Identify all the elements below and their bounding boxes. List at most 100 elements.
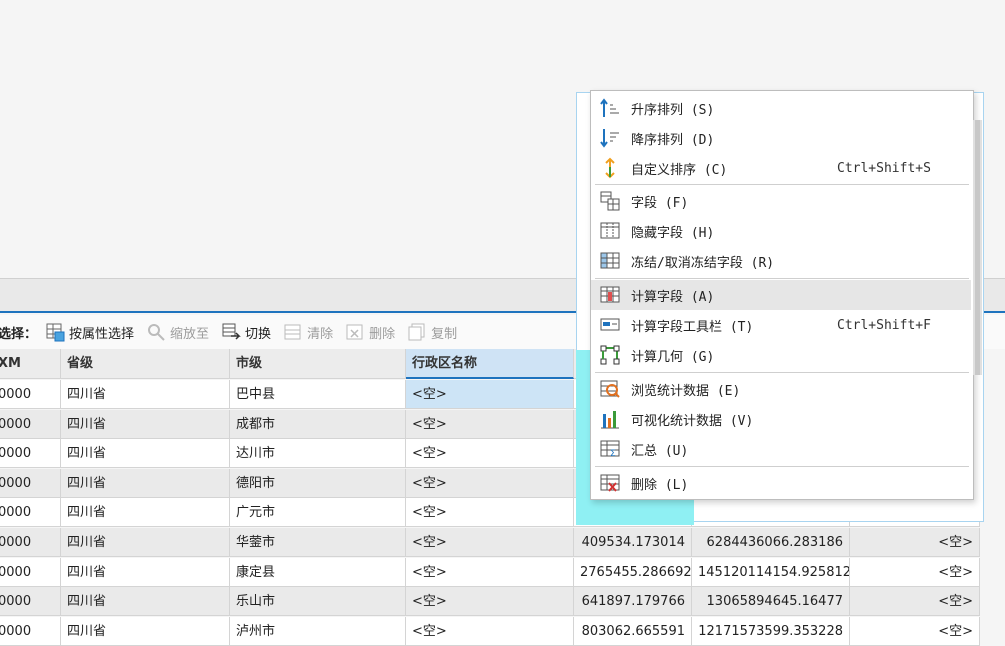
menu-item-visualize-statistics[interactable]: 可视化统计数据 (V) <box>591 404 971 434</box>
table-cell[interactable]: 2765455.286692 <box>574 557 692 587</box>
table-cell[interactable]: 广元市 <box>230 498 406 528</box>
copy-icon <box>407 322 427 342</box>
table-cell[interactable]: 6284436066.283186 <box>692 528 850 557</box>
table-cell[interactable]: 四川省 <box>61 587 230 617</box>
selection-label: 选择： <box>0 326 38 342</box>
table-cell[interactable]: 泸州市 <box>230 616 406 646</box>
table-cell[interactable]: <空> <box>850 557 980 587</box>
switch-selection-icon <box>221 322 241 342</box>
table-cell[interactable]: 12171573599.353228 <box>692 616 850 646</box>
menu-item-shortcut: Ctrl+Shift+F <box>837 317 931 333</box>
table-cell[interactable]: 四川省 <box>61 498 230 528</box>
table-cell[interactable]: <空> <box>406 616 574 646</box>
table-cell[interactable]: 四川省 <box>61 380 230 409</box>
visualize-statistics-icon <box>599 408 621 430</box>
table-cell[interactable]: 乐山市 <box>230 587 406 617</box>
browse-statistics-icon <box>599 378 621 400</box>
table-cell[interactable]: 成都市 <box>230 409 406 439</box>
table-cell[interactable]: <空> <box>406 557 574 587</box>
table-cell[interactable]: 409534.173014 <box>574 528 692 557</box>
menu-item-label: 字段 (F) <box>631 195 689 211</box>
copy-selection-button[interactable]: 复制 <box>407 322 457 342</box>
column-header-city[interactable]: 市级 <box>230 349 406 379</box>
menu-item-calculate-toolbar[interactable]: 计算字段工具栏 (T) Ctrl+Shift+F <box>591 310 971 340</box>
menu-item-label: 汇总 (U) <box>631 443 689 459</box>
table-row[interactable]: 0000 四川省 康定县 <空> 2765455.286692 145120114154.… <box>0 557 980 587</box>
menu-item-custom-sort[interactable]: 自定义排序 (C) Ctrl+Shift+S <box>591 153 971 183</box>
menu-item-calculate-field[interactable]: 计算字段 (A) <box>591 280 971 310</box>
table-cell[interactable]: <空> <box>406 498 574 528</box>
table-cell[interactable]: <空> <box>850 616 980 646</box>
clear-selection-icon <box>283 322 303 342</box>
table-cell[interactable]: <空> <box>406 439 574 469</box>
table-cell[interactable]: <空> <box>406 380 574 409</box>
table-cell[interactable]: <空> <box>850 587 980 617</box>
table-cell[interactable]: 0000 <box>0 468 61 498</box>
menu-item-label: 浏览统计数据 (E) <box>631 383 741 399</box>
table-cell[interactable]: 0000 <box>0 557 61 587</box>
column-header-province[interactable]: 省级 <box>61 349 230 379</box>
menu-item-summarize[interactable]: Σ 汇总 (U) <box>591 434 971 464</box>
menu-item-sort-ascending[interactable]: 升序排列 (S) <box>591 93 971 123</box>
table-cell[interactable]: 0000 <box>0 616 61 646</box>
menu-item-shortcut: Ctrl+Shift+S <box>837 160 931 176</box>
delete-selection-button[interactable]: 删除 <box>345 322 395 342</box>
table-cell[interactable]: 四川省 <box>61 439 230 469</box>
menu-item-browse-statistics[interactable]: 浏览统计数据 (E) <box>591 374 971 404</box>
table-cell[interactable]: 145120114154.925812 <box>692 557 850 587</box>
table-cell[interactable]: <空> <box>406 409 574 439</box>
table-row[interactable]: 0000 四川省 泸州市 <空> 803062.665591 12171573599.35… <box>0 616 980 646</box>
column-header-district-name[interactable]: 行政区名称 <box>406 349 574 379</box>
custom-sort-icon <box>599 157 621 179</box>
table-cell[interactable]: 0000 <box>0 528 61 557</box>
table-cell[interactable]: 四川省 <box>61 409 230 439</box>
menu-separator <box>595 372 969 373</box>
freeze-field-icon <box>599 250 621 272</box>
delete-icon <box>345 322 365 342</box>
menu-item-hide-field[interactable]: 隐藏字段 (H) <box>591 216 971 246</box>
table-cell[interactable]: 0000 <box>0 498 61 528</box>
table-cell[interactable]: 达川市 <box>230 439 406 469</box>
sort-descending-icon <box>599 127 621 149</box>
table-cell[interactable]: 华蓥市 <box>230 528 406 557</box>
table-cell[interactable]: 0000 <box>0 409 61 439</box>
table-cell[interactable]: 四川省 <box>61 468 230 498</box>
table-cell[interactable]: <空> <box>850 528 980 557</box>
table-cell[interactable]: 641897.179766 <box>574 587 692 617</box>
menu-item-calculate-geometry[interactable]: 计算几何 (G) <box>591 340 971 370</box>
fields-icon <box>599 190 621 212</box>
menu-scrollbar-thumb[interactable] <box>975 120 980 375</box>
table-cell[interactable]: 巴中县 <box>230 380 406 409</box>
table-cell[interactable]: 803062.665591 <box>574 616 692 646</box>
table-cell[interactable]: <空> <box>406 587 574 617</box>
clear-selection-button[interactable]: 清除 <box>283 322 333 342</box>
table-row[interactable]: 0000 四川省 华蓥市 <空> 409534.173014 6284436066.283… <box>0 528 980 557</box>
select-by-attributes-button[interactable]: 按属性选择 <box>45 322 134 342</box>
menu-item-freeze-field[interactable]: 冻结/取消冻结字段 (R) <box>591 246 971 276</box>
table-cell[interactable]: 四川省 <box>61 528 230 557</box>
summarize-icon: Σ <box>599 438 621 460</box>
calculate-geometry-icon <box>599 344 621 366</box>
menu-item-label: 删除 (L) <box>631 477 689 493</box>
table-cell[interactable]: 四川省 <box>61 557 230 587</box>
sort-ascending-icon <box>599 97 621 119</box>
menu-item-sort-descending[interactable]: 降序排列 (D) <box>591 123 971 153</box>
menu-item-fields[interactable]: 字段 (F) <box>591 186 971 216</box>
table-cell[interactable]: 13065894645.16477 <box>692 587 850 617</box>
table-row[interactable]: 0000 四川省 乐山市 <空> 641897.179766 13065894645.16… <box>0 587 980 617</box>
table-cell[interactable]: <空> <box>406 528 574 557</box>
table-cell[interactable]: 0000 <box>0 439 61 469</box>
table-cell[interactable]: 0000 <box>0 380 61 409</box>
menu-item-delete-field[interactable]: 删除 (L) <box>591 468 971 498</box>
svg-text:Σ: Σ <box>610 449 616 459</box>
table-cell[interactable]: 德阳市 <box>230 468 406 498</box>
table-cell[interactable]: <空> <box>406 468 574 498</box>
table-cell[interactable]: 四川省 <box>61 616 230 646</box>
zoom-to-button[interactable]: 缩放至 <box>146 322 209 342</box>
menu-separator <box>595 466 969 467</box>
table-cell[interactable]: 康定县 <box>230 557 406 587</box>
calculate-field-icon <box>599 284 621 306</box>
column-header-xm[interactable]: XM <box>0 349 61 379</box>
table-cell[interactable]: 0000 <box>0 587 61 617</box>
switch-selection-button[interactable]: 切换 <box>221 322 271 342</box>
